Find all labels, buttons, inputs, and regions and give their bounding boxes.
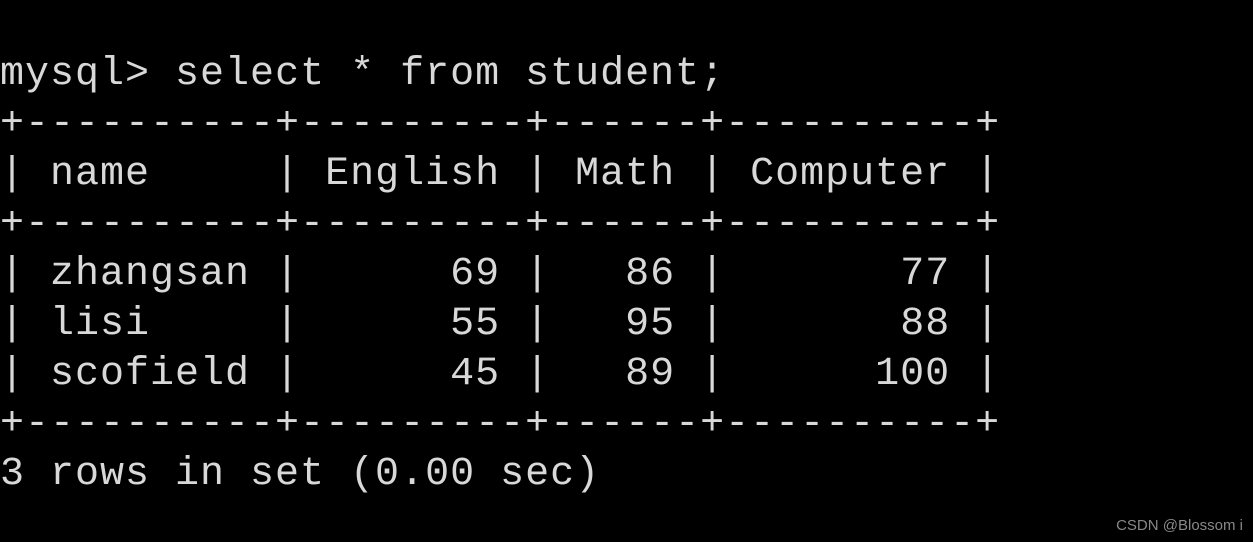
cell-name: lisi: [50, 302, 150, 347]
cell-math: 89: [625, 352, 675, 397]
cell-computer: 77: [900, 252, 950, 297]
col-header-english: English: [325, 152, 500, 197]
table-row: | lisi | 55 | 95 | 88 |: [0, 302, 1000, 347]
cell-name: scofield: [50, 352, 250, 397]
col-header-name: name: [50, 152, 150, 197]
cell-computer: 88: [900, 302, 950, 347]
cell-english: 69: [450, 252, 500, 297]
cell-name: zhangsan: [50, 252, 250, 297]
terminal-output: mysql> select * from student; +---------…: [0, 0, 1253, 500]
watermark-text: CSDN @Blossom i: [1116, 517, 1243, 536]
cell-math: 86: [625, 252, 675, 297]
mysql-prompt[interactable]: mysql> select * from student;: [0, 52, 725, 97]
table-row: | scofield | 45 | 89 | 100 |: [0, 352, 1000, 397]
table-bottom-border: +----------+---------+------+----------+: [0, 402, 1000, 447]
cell-english: 45: [450, 352, 500, 397]
cell-computer: 100: [875, 352, 950, 397]
cell-math: 95: [625, 302, 675, 347]
table-top-border: +----------+---------+------+----------+: [0, 102, 1000, 147]
prompt-text: mysql>: [0, 52, 150, 97]
col-header-computer: Computer: [750, 152, 950, 197]
cell-english: 55: [450, 302, 500, 347]
status-line: 3 rows in set (0.00 sec): [0, 452, 600, 497]
col-header-math: Math: [575, 152, 675, 197]
table-header-row: | name | English | Math | Computer |: [0, 152, 1000, 197]
table-header-border: +----------+---------+------+----------+: [0, 202, 1000, 247]
sql-query: select * from student;: [175, 52, 725, 97]
table-row: | zhangsan | 69 | 86 | 77 |: [0, 252, 1000, 297]
